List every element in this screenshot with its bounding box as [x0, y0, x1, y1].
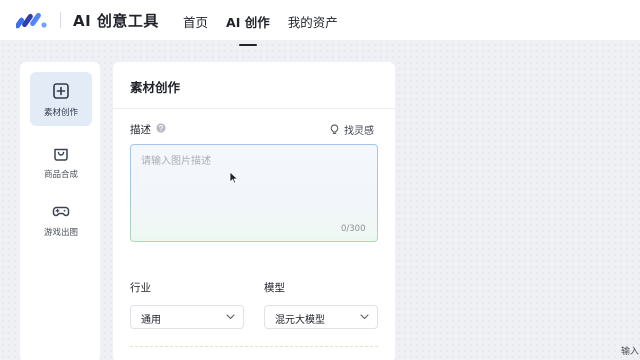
- nav-ai-create[interactable]: AI 创作: [226, 12, 270, 46]
- gamepad-icon: [52, 206, 70, 217]
- industry-selected-value: 通用: [141, 315, 161, 326]
- sidebar-item-label: 商品合成: [43, 170, 78, 180]
- find-inspiration-label: 找灵感: [344, 126, 374, 137]
- main-nav: 首页 AI 创作 我的资产: [183, 12, 338, 46]
- industry-label: 行业: [130, 282, 151, 294]
- tool-sidebar: 素材创作 商品合成 游戏出图: [20, 62, 100, 360]
- plus-square-icon: [53, 83, 69, 99]
- sidebar-item-material-create[interactable]: 素材创作: [30, 72, 92, 126]
- brand-divider: [60, 12, 61, 28]
- character-counter: 0/300: [341, 224, 366, 234]
- model-label: 模型: [264, 282, 285, 294]
- brand-logo-icon[interactable]: [16, 11, 48, 29]
- find-inspiration-button[interactable]: 找灵感: [329, 122, 374, 137]
- sidebar-item-product-compose[interactable]: 商品合成: [30, 134, 92, 188]
- creation-panel: 素材创作 描述 找灵感 0/300 行业 模型 通用 混元大模型: [113, 62, 395, 360]
- lightbulb-icon: [330, 124, 339, 134]
- sidebar-item-label: 游戏出图: [43, 228, 78, 238]
- nav-home[interactable]: 首页: [183, 12, 208, 31]
- model-selected-value: 混元大模型: [275, 315, 325, 326]
- nav-my-assets[interactable]: 我的资产: [288, 12, 338, 31]
- chevron-down-icon: [226, 314, 235, 320]
- model-select[interactable]: 混元大模型: [264, 305, 378, 329]
- section-divider: [130, 346, 378, 347]
- mouse-cursor-icon: [229, 171, 238, 184]
- corner-input-label: 输入: [621, 347, 640, 357]
- sidebar-item-label: 素材创作: [43, 108, 78, 118]
- top-bar: AI 创意工具 首页 AI 创作 我的资产: [0, 0, 640, 46]
- industry-select[interactable]: 通用: [130, 305, 244, 329]
- panel-title: 素材创作: [130, 80, 181, 95]
- shopping-bag-icon: [54, 148, 68, 161]
- app-title: AI 创意工具: [73, 12, 159, 30]
- description-label: 描述: [130, 124, 151, 136]
- panel-divider: [113, 108, 395, 109]
- sidebar-item-game-image[interactable]: 游戏出图: [30, 192, 92, 246]
- help-icon[interactable]: [156, 123, 166, 133]
- chevron-down-icon: [360, 314, 369, 320]
